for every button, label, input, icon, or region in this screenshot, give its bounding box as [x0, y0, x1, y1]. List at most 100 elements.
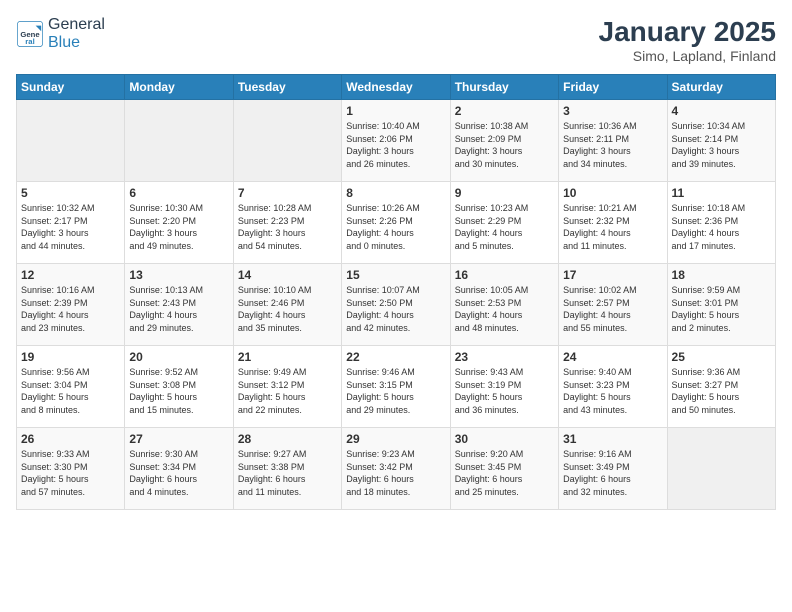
calendar-cell: 6 Sunrise: 10:30 AM Sunset: 2:20 PM Dayli…: [125, 182, 233, 264]
day-number: 27: [129, 432, 228, 446]
calendar-week-5: 26Sunrise: 9:33 AM Sunset: 3:30 PM Dayli…: [17, 428, 776, 510]
calendar-cell: 26Sunrise: 9:33 AM Sunset: 3:30 PM Dayli…: [17, 428, 125, 510]
calendar-cell: 17 Sunrise: 10:02 AM Sunset: 2:57 PM Dayl…: [559, 264, 667, 346]
day-number: 19: [21, 350, 120, 364]
day-info: Sunrise: 10:32 AM Sunset: 2:17 PM Daylig…: [21, 202, 120, 252]
weekday-row: SundayMondayTuesdayWednesdayThursdayFrid…: [17, 75, 776, 100]
calendar-cell: 2Sunrise: 10:38 AM Sunset: 2:09 PM Dayli…: [450, 100, 558, 182]
calendar-cell: 23 Sunrise: 9:43 AM Sunset: 3:19 PM Dayli…: [450, 346, 558, 428]
weekday-header-friday: Friday: [559, 75, 667, 100]
day-info: Sunrise: 10:07 AM Sunset: 2:50 PM Daylig…: [346, 284, 445, 334]
day-number: 10: [563, 186, 662, 200]
day-info: Sunrise: 9:30 AM Sunset: 3:34 PM Dayligh…: [129, 448, 228, 498]
day-info: Sunrise: 10:13 AM Sunset: 2:43 PM Daylig…: [129, 284, 228, 334]
calendar-week-1: 1Sunrise: 10:40 AM Sunset: 2:06 PM Dayli…: [17, 100, 776, 182]
day-number: 23: [455, 350, 554, 364]
day-info: Sunrise: 9:27 AM Sunset: 3:38 PM Dayligh…: [238, 448, 337, 498]
calendar-cell: 10Sunrise: 10:21 AM Sunset: 2:32 PM Dayl…: [559, 182, 667, 264]
day-info: Sunrise: 9:16 AM Sunset: 3:49 PM Dayligh…: [563, 448, 662, 498]
day-number: 24: [563, 350, 662, 364]
day-number: 30: [455, 432, 554, 446]
calendar-week-3: 12 Sunrise: 10:16 AM Sunset: 2:39 PM Dayl…: [17, 264, 776, 346]
day-info: Sunrise: 10:05 AM Sunset: 2:53 PM Daylig…: [455, 284, 554, 334]
calendar-cell: 30 Sunrise: 9:20 AM Sunset: 3:45 PM Dayli…: [450, 428, 558, 510]
logo-text: General Blue: [48, 16, 105, 52]
day-number: 5: [21, 186, 120, 200]
calendar-cell: 9 Sunrise: 10:23 AM Sunset: 2:29 PM Dayli…: [450, 182, 558, 264]
calendar-subtitle: Simo, Lapland, Finland: [599, 48, 776, 64]
day-number: 4: [672, 104, 771, 118]
day-info: Sunrise: 9:56 AM Sunset: 3:04 PM Dayligh…: [21, 366, 120, 416]
day-number: 17: [563, 268, 662, 282]
day-number: 12: [21, 268, 120, 282]
day-number: 21: [238, 350, 337, 364]
logo: Gene ral General Blue: [16, 16, 105, 52]
day-number: 29: [346, 432, 445, 446]
day-info: Sunrise: 9:49 AM Sunset: 3:12 PM Dayligh…: [238, 366, 337, 416]
calendar-cell: 29 Sunrise: 9:23 AM Sunset: 3:42 PM Dayli…: [342, 428, 450, 510]
calendar-cell: 25 Sunrise: 9:36 AM Sunset: 3:27 PM Dayli…: [667, 346, 775, 428]
calendar-week-2: 5 Sunrise: 10:32 AM Sunset: 2:17 PM Dayli…: [17, 182, 776, 264]
day-number: 3: [563, 104, 662, 118]
day-number: 1: [346, 104, 445, 118]
calendar-cell: 4Sunrise: 10:34 AM Sunset: 2:14 PM Dayli…: [667, 100, 775, 182]
calendar-cell: 1Sunrise: 10:40 AM Sunset: 2:06 PM Dayli…: [342, 100, 450, 182]
day-number: 6: [129, 186, 228, 200]
day-info: Sunrise: 9:40 AM Sunset: 3:23 PM Dayligh…: [563, 366, 662, 416]
calendar-cell: 24 Sunrise: 9:40 AM Sunset: 3:23 PM Dayli…: [559, 346, 667, 428]
day-info: Sunrise: 9:52 AM Sunset: 3:08 PM Dayligh…: [129, 366, 228, 416]
weekday-header-sunday: Sunday: [17, 75, 125, 100]
calendar-cell: 21 Sunrise: 9:49 AM Sunset: 3:12 PM Dayli…: [233, 346, 341, 428]
day-number: 16: [455, 268, 554, 282]
logo-general: General: [48, 16, 105, 33]
day-number: 25: [672, 350, 771, 364]
day-number: 22: [346, 350, 445, 364]
calendar-cell: 20Sunrise: 9:52 AM Sunset: 3:08 PM Dayli…: [125, 346, 233, 428]
calendar-cell: [125, 100, 233, 182]
title-block: January 2025 Simo, Lapland, Finland: [599, 16, 776, 64]
day-info: Sunrise: 9:23 AM Sunset: 3:42 PM Dayligh…: [346, 448, 445, 498]
calendar-cell: 28 Sunrise: 9:27 AM Sunset: 3:38 PM Dayli…: [233, 428, 341, 510]
logo-blue: Blue: [48, 34, 80, 51]
day-number: 2: [455, 104, 554, 118]
day-number: 11: [672, 186, 771, 200]
calendar-cell: 16 Sunrise: 10:05 AM Sunset: 2:53 PM Dayl…: [450, 264, 558, 346]
calendar-cell: 7Sunrise: 10:28 AM Sunset: 2:23 PM Dayli…: [233, 182, 341, 264]
header: Gene ral General Blue January 2025 Simo,…: [16, 16, 776, 64]
day-info: Sunrise: 9:43 AM Sunset: 3:19 PM Dayligh…: [455, 366, 554, 416]
calendar-cell: [233, 100, 341, 182]
calendar-cell: 18Sunrise: 9:59 AM Sunset: 3:01 PM Dayli…: [667, 264, 775, 346]
day-info: Sunrise: 10:02 AM Sunset: 2:57 PM Daylig…: [563, 284, 662, 334]
day-info: Sunrise: 10:26 AM Sunset: 2:26 PM Daylig…: [346, 202, 445, 252]
svg-text:ral: ral: [25, 37, 34, 46]
day-info: Sunrise: 10:23 AM Sunset: 2:29 PM Daylig…: [455, 202, 554, 252]
calendar-header: SundayMondayTuesdayWednesdayThursdayFrid…: [17, 75, 776, 100]
day-info: Sunrise: 10:36 AM Sunset: 2:11 PM Daylig…: [563, 120, 662, 170]
calendar-table: SundayMondayTuesdayWednesdayThursdayFrid…: [16, 74, 776, 510]
weekday-header-saturday: Saturday: [667, 75, 775, 100]
calendar-cell: 19 Sunrise: 9:56 AM Sunset: 3:04 PM Dayli…: [17, 346, 125, 428]
weekday-header-tuesday: Tuesday: [233, 75, 341, 100]
day-info: Sunrise: 9:36 AM Sunset: 3:27 PM Dayligh…: [672, 366, 771, 416]
calendar-cell: 11Sunrise: 10:18 AM Sunset: 2:36 PM Dayl…: [667, 182, 775, 264]
calendar-cell: [17, 100, 125, 182]
day-info: Sunrise: 9:46 AM Sunset: 3:15 PM Dayligh…: [346, 366, 445, 416]
day-number: 8: [346, 186, 445, 200]
calendar-cell: 15Sunrise: 10:07 AM Sunset: 2:50 PM Dayl…: [342, 264, 450, 346]
calendar-title: January 2025: [599, 16, 776, 48]
day-info: Sunrise: 9:20 AM Sunset: 3:45 PM Dayligh…: [455, 448, 554, 498]
day-info: Sunrise: 10:28 AM Sunset: 2:23 PM Daylig…: [238, 202, 337, 252]
day-info: Sunrise: 10:16 AM Sunset: 2:39 PM Daylig…: [21, 284, 120, 334]
day-info: Sunrise: 9:59 AM Sunset: 3:01 PM Dayligh…: [672, 284, 771, 334]
weekday-header-monday: Monday: [125, 75, 233, 100]
day-number: 14: [238, 268, 337, 282]
day-info: Sunrise: 10:30 AM Sunset: 2:20 PM Daylig…: [129, 202, 228, 252]
calendar-body: 1Sunrise: 10:40 AM Sunset: 2:06 PM Dayli…: [17, 100, 776, 510]
calendar-cell: 22 Sunrise: 9:46 AM Sunset: 3:15 PM Dayli…: [342, 346, 450, 428]
calendar-cell: 12 Sunrise: 10:16 AM Sunset: 2:39 PM Dayl…: [17, 264, 125, 346]
day-number: 9: [455, 186, 554, 200]
day-number: 31: [563, 432, 662, 446]
calendar-cell: 31 Sunrise: 9:16 AM Sunset: 3:49 PM Dayli…: [559, 428, 667, 510]
calendar-week-4: 19 Sunrise: 9:56 AM Sunset: 3:04 PM Dayli…: [17, 346, 776, 428]
day-number: 28: [238, 432, 337, 446]
